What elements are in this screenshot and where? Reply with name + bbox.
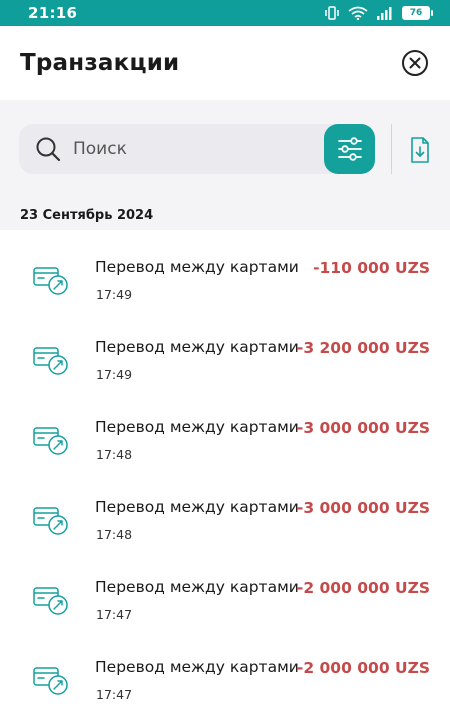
transaction-row[interactable]: Перевод между картами 17:49 -110 000 UZS (0, 230, 450, 310)
transaction-amount: -2 000 000 UZS (296, 579, 430, 597)
transaction-amount: -3 200 000 UZS (296, 339, 430, 357)
card-transfer-icon (33, 667, 68, 695)
transaction-amount: -3 000 000 UZS (296, 499, 430, 517)
transaction-list: Перевод между картами 17:49 -110 000 UZS… (0, 230, 450, 710)
status-icons: 76 (324, 6, 433, 20)
transaction-row[interactable]: Перевод между картами 17:48 -3 000 000 U… (0, 470, 450, 550)
signal-icon (377, 7, 392, 20)
wifi-icon (348, 6, 368, 20)
transaction-time: 17:49 (96, 367, 133, 382)
transaction-title: Перевод между картами (95, 338, 299, 356)
divider (391, 124, 392, 174)
transaction-row[interactable]: Перевод между картами 17:47 -2 000 000 U… (0, 550, 450, 630)
search-box[interactable] (19, 124, 337, 174)
transaction-time: 17:49 (96, 287, 133, 302)
transaction-row[interactable]: Перевод между картами 17:49 -3 200 000 U… (0, 310, 450, 390)
header: Транзакции (0, 26, 450, 100)
search-section (0, 100, 450, 200)
transaction-amount: -110 000 UZS (313, 259, 430, 277)
download-file-icon (411, 137, 429, 163)
transaction-row[interactable]: Перевод между картами 17:47 -2 000 000 U… (0, 630, 450, 710)
transaction-time: 17:48 (96, 527, 133, 542)
battery-icon: 76 (402, 6, 433, 20)
card-transfer-icon (33, 427, 68, 455)
card-transfer-icon (33, 507, 68, 535)
search-icon (36, 137, 61, 162)
transaction-title: Перевод между картами (95, 498, 299, 516)
download-button[interactable] (406, 134, 434, 166)
filter-button[interactable] (324, 124, 375, 174)
transaction-amount: -2 000 000 UZS (296, 659, 430, 677)
transaction-time: 17:48 (96, 447, 133, 462)
transaction-row[interactable]: Перевод между картами 17:48 -3 000 000 U… (0, 390, 450, 470)
transaction-title: Перевод между картами (95, 418, 299, 436)
sliders-icon (337, 137, 362, 161)
date-group-header: 23 Сентябрь 2024 (0, 200, 450, 230)
vibrate-icon (325, 6, 339, 20)
transaction-amount: -3 000 000 UZS (296, 419, 430, 437)
page-title: Транзакции (20, 50, 180, 76)
transaction-time: 17:47 (96, 687, 133, 702)
card-transfer-icon (33, 587, 68, 615)
card-transfer-icon (33, 347, 68, 375)
status-time: 21:16 (28, 4, 78, 22)
status-bar: 21:16 76 (0, 0, 450, 26)
card-transfer-icon (33, 267, 68, 295)
transaction-title: Перевод между картами (95, 258, 299, 276)
close-button[interactable] (402, 50, 428, 76)
close-icon (409, 57, 421, 69)
transaction-title: Перевод между картами (95, 658, 299, 676)
search-input[interactable] (73, 139, 293, 159)
transaction-time: 17:47 (96, 607, 133, 622)
transaction-title: Перевод между картами (95, 578, 299, 596)
